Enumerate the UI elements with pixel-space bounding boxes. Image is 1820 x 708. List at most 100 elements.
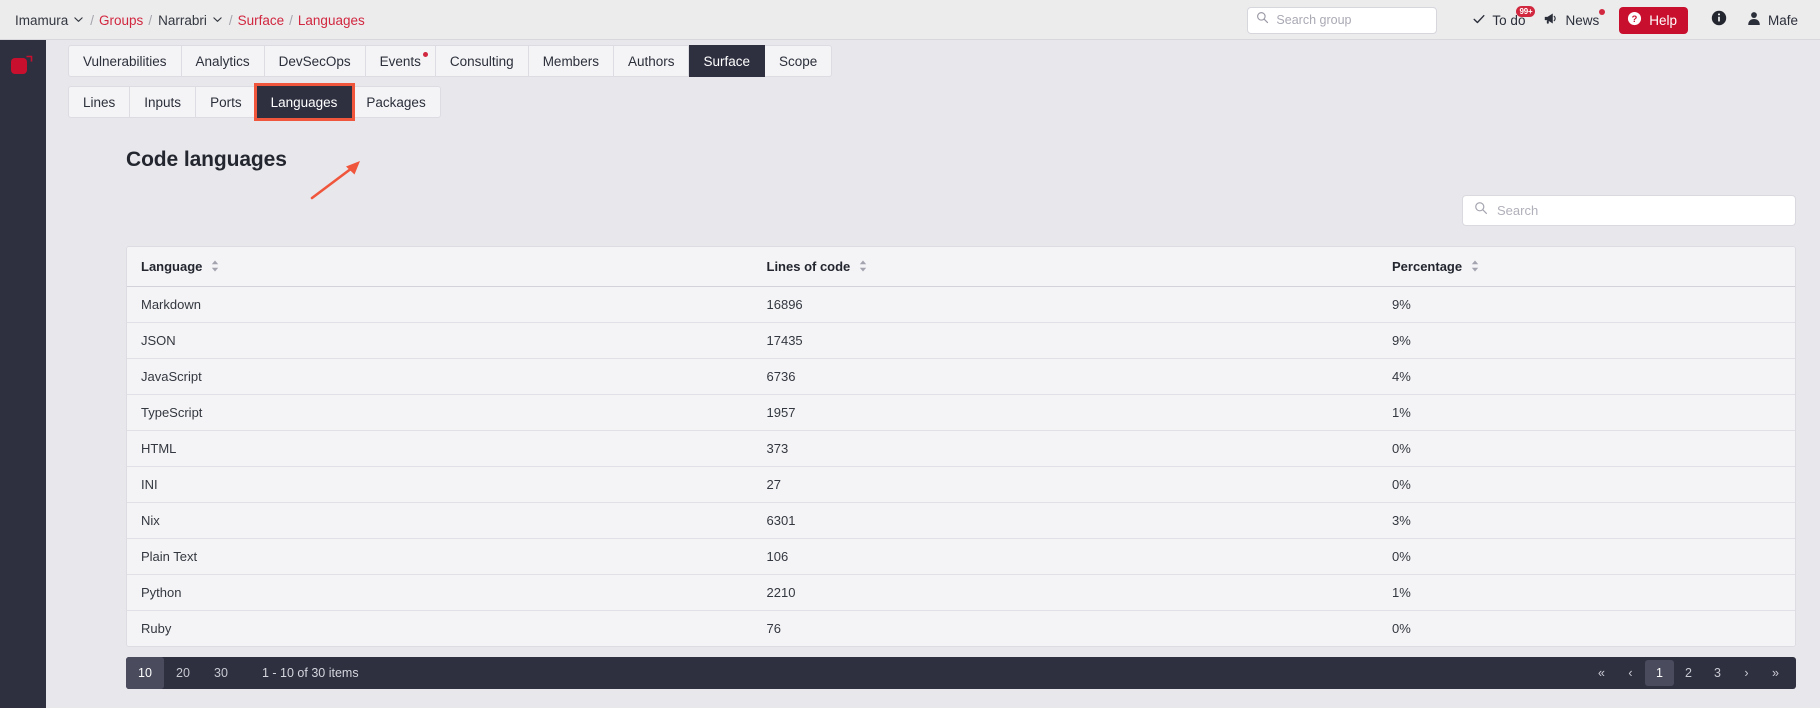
tab-consulting[interactable]: Consulting <box>435 45 529 77</box>
chevron-down-icon[interactable] <box>74 15 83 24</box>
sort-toggle-icon[interactable] <box>1471 260 1479 275</box>
tab-members[interactable]: Members <box>528 45 614 77</box>
column-header-language[interactable]: Language <box>127 247 753 287</box>
tab-authors[interactable]: Authors <box>613 45 690 77</box>
tab-vulnerabilities[interactable]: Vulnerabilities <box>68 45 182 77</box>
top-bar-actions: To do 99+ News ? Help <box>1247 0 1802 40</box>
tab-label: Lines <box>83 94 116 110</box>
search-icon <box>1256 11 1269 29</box>
cell-lines: 6736 <box>752 358 1378 395</box>
breadcrumb-separator: / <box>148 12 153 28</box>
cell-percentage: 0% <box>1378 610 1795 646</box>
column-header-percentage[interactable]: Percentage <box>1378 247 1795 287</box>
news-label: News <box>1565 12 1600 28</box>
table-search-box[interactable] <box>1462 195 1796 226</box>
page-button-1[interactable]: 1 <box>1645 660 1674 686</box>
breadcrumb-item-surface[interactable]: Surface <box>238 13 285 28</box>
tab-inputs[interactable]: Inputs <box>130 86 197 118</box>
table-row[interactable]: JavaScript 6736 4% <box>127 358 1795 395</box>
cell-language: Plain Text <box>127 538 753 575</box>
table-body: Markdown 16896 9% JSON 17435 9% JavaScri… <box>127 286 1795 646</box>
cell-percentage: 9% <box>1378 286 1795 323</box>
tab-label: Analytics <box>195 53 250 69</box>
cell-language: Python <box>127 574 753 611</box>
cell-language: TypeScript <box>127 394 753 431</box>
breadcrumb-item-imamura[interactable]: Imamura <box>14 13 69 28</box>
info-circle-icon <box>1711 10 1727 31</box>
table-row[interactable]: TypeScript 1957 1% <box>127 394 1795 431</box>
cell-percentage: 0% <box>1378 430 1795 467</box>
breadcrumb-item-narrabri[interactable]: Narrabri <box>157 13 208 28</box>
table-search-input[interactable] <box>1497 203 1784 218</box>
svg-text:?: ? <box>1632 14 1638 24</box>
search-icon <box>1474 201 1488 220</box>
table-row[interactable]: Plain Text 106 0% <box>127 538 1795 575</box>
page-size-30[interactable]: 30 <box>202 657 240 689</box>
table-row[interactable]: HTML 373 0% <box>127 430 1795 467</box>
breadcrumb: Imamura / Groups / Narrabri / Surface / … <box>14 13 365 28</box>
todo-count-badge: 99+ <box>1516 6 1536 17</box>
secondary-tab-bar: Lines Inputs Ports Languages Packages <box>46 81 1820 121</box>
tab-lines[interactable]: Lines <box>68 86 131 118</box>
table-row[interactable]: JSON 17435 9% <box>127 322 1795 359</box>
breadcrumb-separator: / <box>90 12 95 28</box>
cell-percentage: 1% <box>1378 574 1795 611</box>
tab-languages[interactable]: Languages <box>253 83 356 121</box>
todo-button[interactable]: To do 99+ <box>1463 0 1536 40</box>
cell-language: JSON <box>127 322 753 359</box>
pagination-controls: « ‹ 1 2 3 › » <box>1587 657 1796 689</box>
tab-packages[interactable]: Packages <box>352 86 441 118</box>
table-row[interactable]: INI 27 0% <box>127 466 1795 503</box>
tab-label: DevSecOps <box>278 53 351 69</box>
cell-percentage: 1% <box>1378 394 1795 431</box>
tab-surface[interactable]: Surface <box>689 45 766 77</box>
pagination-bar: 10 20 30 1 - 10 of 30 items « ‹ 1 2 3 › … <box>126 657 1796 689</box>
help-button[interactable]: ? Help <box>1619 6 1688 34</box>
page-size-20[interactable]: 20 <box>164 657 202 689</box>
news-button[interactable]: News <box>1534 0 1608 40</box>
last-page-button[interactable]: » <box>1761 657 1790 689</box>
tab-devsecops[interactable]: DevSecOps <box>264 45 366 77</box>
tab-label: Ports <box>210 94 242 110</box>
megaphone-icon <box>1543 11 1559 29</box>
chevron-down-icon[interactable] <box>213 15 222 24</box>
table-row[interactable]: Ruby 76 0% <box>127 610 1795 646</box>
column-label: Lines of code <box>766 259 851 274</box>
tab-events[interactable]: Events <box>365 45 436 77</box>
previous-page-button[interactable]: ‹ <box>1616 657 1645 689</box>
cell-language: Markdown <box>127 286 753 323</box>
page-button-3[interactable]: 3 <box>1703 657 1732 689</box>
breadcrumb-separator: / <box>289 12 293 28</box>
app-logo-icon[interactable] <box>10 52 36 78</box>
table-row[interactable]: Nix 6301 3% <box>127 502 1795 539</box>
cell-language: Nix <box>127 502 753 539</box>
breadcrumb-item-groups[interactable]: Groups <box>99 13 143 28</box>
cell-language: INI <box>127 466 753 503</box>
info-button[interactable] <box>1701 0 1737 40</box>
sort-toggle-icon[interactable] <box>211 260 219 275</box>
tab-label: Packages <box>366 94 426 110</box>
next-page-button[interactable]: › <box>1732 657 1761 689</box>
group-search-input[interactable] <box>1276 13 1429 27</box>
table-row[interactable]: Markdown 16896 9% <box>127 286 1795 323</box>
first-page-button[interactable]: « <box>1587 657 1616 689</box>
cell-percentage: 4% <box>1378 358 1795 395</box>
cell-percentage: 0% <box>1378 466 1795 503</box>
pagination-info: 1 - 10 of 30 items <box>262 666 359 680</box>
cell-lines: 27 <box>752 466 1378 503</box>
tab-ports[interactable]: Ports <box>196 86 257 118</box>
tab-analytics[interactable]: Analytics <box>181 45 265 77</box>
user-menu[interactable]: Mafe <box>1737 11 1802 29</box>
breadcrumb-separator: / <box>228 12 233 28</box>
sort-toggle-icon[interactable] <box>859 260 867 275</box>
cell-language: HTML <box>127 430 753 467</box>
table-row[interactable]: Python 2210 1% <box>127 574 1795 611</box>
tab-scope[interactable]: Scope <box>765 45 833 77</box>
breadcrumb-item-languages[interactable]: Languages <box>298 13 365 28</box>
page-button-2[interactable]: 2 <box>1674 657 1703 689</box>
cell-percentage: 0% <box>1378 538 1795 575</box>
column-header-lines-of-code[interactable]: Lines of code <box>752 247 1378 287</box>
group-search-box[interactable] <box>1247 6 1438 34</box>
cell-percentage: 9% <box>1378 322 1795 359</box>
page-size-10[interactable]: 10 <box>126 657 164 689</box>
